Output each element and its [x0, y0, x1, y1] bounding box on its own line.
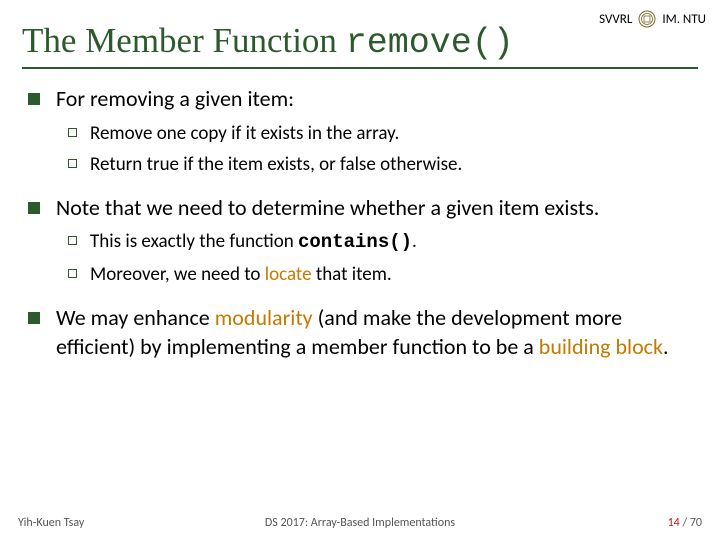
bullet-text: For removing a given item: [56, 85, 294, 112]
bullet-item: Note that we need to determine whether a… [28, 193, 692, 289]
bullet-list: For removing a given item: Remove one co… [28, 84, 692, 362]
slide: SVVRL IM. NTU The Member Function remove… [0, 0, 720, 540]
inline-code: contains() [298, 231, 412, 253]
slide-title: The Member Function remove() [22, 22, 698, 67]
title-area: The Member Function remove() [22, 22, 698, 69]
sub-bullet-list: This is exactly the function contains().… [68, 228, 692, 288]
bullet-pre: We may enhance [56, 304, 215, 331]
sub-bullet-post: that item. [312, 263, 392, 286]
footer: Yih-Kuen Tsay DS 2017: Array-Based Imple… [18, 516, 702, 530]
title-underline [22, 67, 698, 69]
sub-bullet-item: Remove one copy if it exists in the arra… [68, 120, 692, 148]
content-area: For removing a given item: Remove one co… [28, 84, 692, 376]
bullet-text: Note that we need to determine whether a… [56, 194, 599, 221]
highlight-text: building block [539, 333, 663, 360]
sub-bullet-item: This is exactly the function contains(). [68, 228, 692, 257]
sub-bullet-post: . [412, 230, 417, 253]
title-code: remove() [346, 23, 514, 63]
highlight-text: modularity [215, 304, 313, 331]
bullet-item: We may enhance modularity (and make the … [28, 303, 692, 362]
sub-bullet-text: Remove one copy if it exists in the arra… [90, 122, 399, 145]
highlight-text: locate [265, 263, 312, 286]
sub-bullet-item: Return true if the item exists, or false… [68, 151, 692, 179]
sub-bullet-list: Remove one copy if it exists in the arra… [68, 120, 692, 179]
sub-bullet-pre: Moreover, we need to [90, 263, 265, 286]
sub-bullet-pre: This is exactly the function [90, 230, 298, 253]
bullet-post: . [663, 333, 669, 360]
title-prefix: The Member Function [22, 21, 346, 60]
sub-bullet-text: Return true if the item exists, or false… [90, 153, 462, 176]
footer-course: DS 2017: Array-Based Implementations [18, 516, 702, 530]
bullet-item: For removing a given item: Remove one co… [28, 84, 692, 179]
sub-bullet-item: Moreover, we need to locate that item. [68, 261, 692, 289]
